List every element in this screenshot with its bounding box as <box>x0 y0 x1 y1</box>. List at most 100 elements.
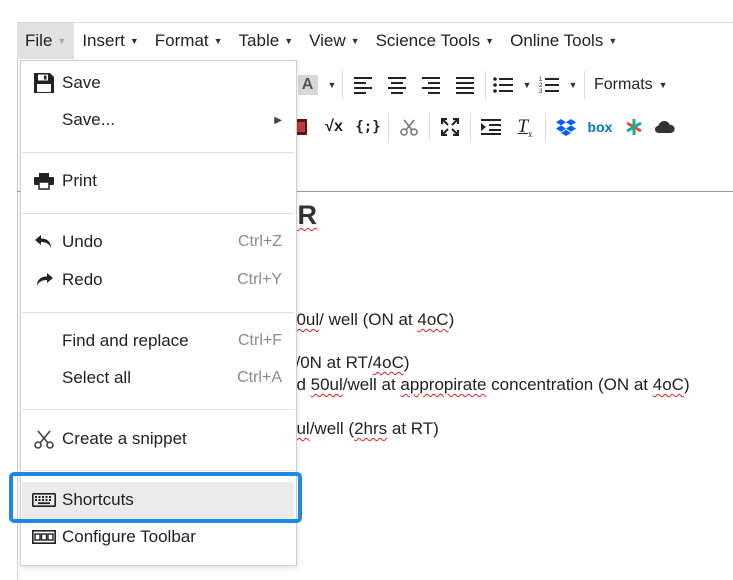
shortcut-hint: Ctrl+A <box>237 369 282 386</box>
menu-item-create-snippet-label: Create a snippet <box>62 429 187 448</box>
cloud-icon <box>655 121 675 133</box>
bullet-list-button[interactable]: ▼ <box>489 68 535 102</box>
clear-formatting-button[interactable]: Tx <box>508 110 542 144</box>
menu-item-select-all-label: Select all <box>62 368 131 387</box>
menu-item-shortcuts[interactable]: Shortcuts <box>22 482 294 518</box>
text-color-button[interactable]: A ▼ <box>295 68 339 102</box>
menu-format[interactable]: Format ▼ <box>147 23 231 59</box>
asterisk-logo-icon <box>626 119 642 135</box>
menu-item-save[interactable]: Save <box>22 65 294 101</box>
menu-item-find-replace[interactable]: Find and replace Ctrl+F <box>22 323 294 359</box>
menu-item-save-label: Save <box>62 73 101 92</box>
keyboard-icon <box>32 488 56 512</box>
insert-media-button[interactable] <box>295 110 317 144</box>
menu-item-configure-toolbar[interactable]: Configure Toolbar <box>22 519 294 555</box>
menu-file[interactable]: File ▼ <box>17 23 75 59</box>
toolbar-config-icon <box>32 525 56 549</box>
menu-file-label: File <box>25 31 53 50</box>
menu-format-label: Format <box>154 31 209 50</box>
toolbar-separator <box>485 71 486 99</box>
caret-down-icon: ▼ <box>485 36 495 46</box>
align-center-icon <box>388 76 406 94</box>
toolbar-row-1: A ▼ ▼ 1 2 3 ▼ Formats ▼ <box>295 66 733 104</box>
cloud-service-button[interactable] <box>617 110 651 144</box>
align-center-button[interactable] <box>380 68 414 102</box>
text-color-icon: A <box>297 75 318 95</box>
shortcut-hint: Ctrl+F <box>238 332 282 349</box>
menu-insert[interactable]: Insert ▼ <box>74 23 146 59</box>
menu-separator <box>22 152 294 153</box>
box-button[interactable]: box <box>583 110 617 144</box>
numbered-list-icon: 1 2 3 <box>539 77 559 94</box>
snippet-button[interactable] <box>392 110 426 144</box>
menu-table-label: Table <box>238 31 280 50</box>
toolbar-separator <box>584 71 585 99</box>
menu-item-print[interactable]: Print <box>22 163 294 199</box>
menu-item-create-snippet[interactable]: Create a snippet <box>22 421 294 457</box>
menu-science-tools[interactable]: Science Tools ▼ <box>368 23 503 59</box>
numbered-list-button[interactable]: 1 2 3 ▼ <box>535 68 581 102</box>
scissors-icon <box>32 427 56 451</box>
scissors-icon <box>400 119 418 136</box>
menu-science-tools-label: Science Tools <box>375 31 481 50</box>
caret-down-icon: ▼ <box>327 80 337 90</box>
menu-item-undo[interactable]: Undo Ctrl+Z <box>22 224 294 260</box>
menu-table[interactable]: Table ▼ <box>231 23 302 59</box>
menu-item-select-all[interactable]: Select all Ctrl+A <box>22 360 294 396</box>
menu-insert-label: Insert <box>82 31 125 50</box>
align-justify-icon <box>456 76 474 94</box>
bullet-list-icon <box>492 77 513 93</box>
caret-down-icon: ▼ <box>284 36 294 46</box>
formats-dropdown[interactable]: Formats ▼ <box>588 68 668 102</box>
indent-icon <box>481 119 501 135</box>
code-sample-button[interactable]: {;} <box>351 110 385 144</box>
svg-text:3: 3 <box>539 89 543 94</box>
toolbar-separator <box>429 113 430 141</box>
toolbar-row-2: √x {;} Tx box <box>295 108 733 146</box>
redo-icon <box>32 268 56 292</box>
clear-formatting-icon: Tx <box>517 115 533 139</box>
math-equation-button[interactable]: √x <box>317 110 351 144</box>
menu-item-save-as-label: Save... <box>62 110 115 129</box>
toolbar-separator <box>342 71 343 99</box>
toolbar-separator <box>545 113 546 141</box>
chevron-right-icon: ▶ <box>274 114 282 126</box>
menu-separator <box>22 470 294 471</box>
indent-button[interactable] <box>474 110 508 144</box>
menu-separator <box>22 213 294 214</box>
fullscreen-icon <box>441 118 459 136</box>
onedrive-button[interactable] <box>651 110 679 144</box>
caret-down-icon: ▼ <box>608 36 618 46</box>
shortcut-hint: Ctrl+Z <box>238 233 282 250</box>
align-justify-button[interactable] <box>448 68 482 102</box>
menu-view-label: View <box>309 31 346 50</box>
align-right-icon <box>422 76 440 94</box>
caret-down-icon: ▼ <box>350 36 360 46</box>
menu-item-print-label: Print <box>62 171 97 190</box>
menu-item-undo-label: Undo <box>62 232 103 251</box>
printer-icon <box>32 169 56 193</box>
undo-icon <box>32 230 56 254</box>
menu-online-tools[interactable]: Online Tools ▼ <box>502 23 625 59</box>
align-left-button[interactable] <box>346 68 380 102</box>
menu-separator <box>22 312 294 313</box>
box-logo-icon: box <box>587 119 613 135</box>
align-right-button[interactable] <box>414 68 448 102</box>
menu-item-redo-label: Redo <box>62 270 103 289</box>
menu-view[interactable]: View ▼ <box>301 23 367 59</box>
square-root-icon: √x <box>325 118 343 135</box>
menubar: File ▼ Insert ▼ Format ▼ Table ▼ View ▼ … <box>17 22 733 60</box>
dropbox-button[interactable] <box>549 110 583 144</box>
dropbox-icon <box>556 119 576 136</box>
caret-down-icon: ▼ <box>129 36 139 46</box>
fullscreen-button[interactable] <box>433 110 467 144</box>
caret-down-icon: ▼ <box>57 36 67 46</box>
code-braces-icon: {;} <box>355 119 381 135</box>
menu-item-save-as[interactable]: Save... ▶ <box>22 102 294 138</box>
align-left-icon <box>354 76 372 94</box>
menu-item-configure-toolbar-label: Configure Toolbar <box>62 527 196 546</box>
caret-down-icon: ▼ <box>522 80 532 90</box>
caret-down-icon: ▼ <box>658 80 668 90</box>
caret-down-icon: ▼ <box>213 36 223 46</box>
menu-item-redo[interactable]: Redo Ctrl+Y <box>22 262 294 298</box>
